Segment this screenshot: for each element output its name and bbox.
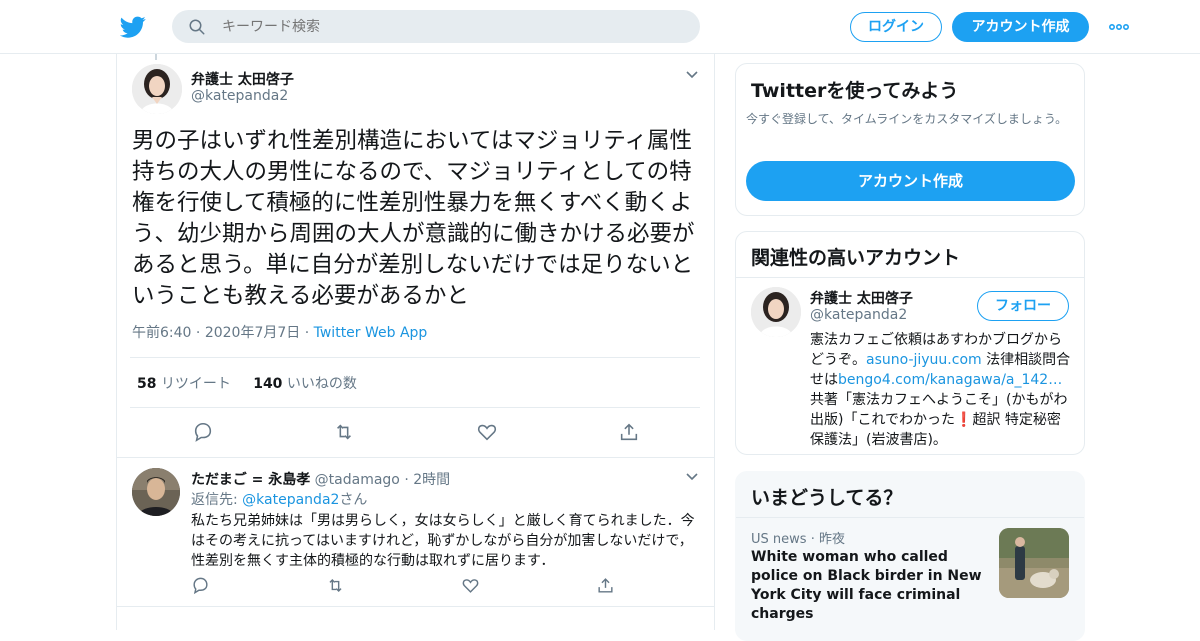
divider: [736, 517, 1084, 518]
search-icon: [189, 19, 205, 35]
trend-headline[interactable]: White woman who called police on Black b…: [751, 548, 989, 624]
reply-to-suffix: さん: [339, 492, 368, 508]
chevron-down-icon[interactable]: [685, 68, 699, 82]
reply-author-handle[interactable]: @tadamago: [315, 472, 400, 488]
meta-separator: ·: [195, 325, 201, 341]
search-bar[interactable]: [172, 10, 700, 43]
meta-separator: ·: [810, 532, 815, 547]
signup-card-title: Twitterを使ってみよう: [751, 80, 959, 102]
meta-separator: ·: [404, 472, 409, 488]
reply-to-handle[interactable]: @katepanda2: [242, 492, 339, 508]
tweet-metadata: 午前6:40 · 2020年7月7日 · Twitter Web App: [132, 322, 427, 342]
related-accounts-title: 関連性の高いアカウント: [751, 247, 961, 269]
divider: [130, 357, 700, 358]
trend-meta: US news · 昨夜: [751, 528, 845, 547]
like-heart-icon[interactable]: [461, 576, 480, 595]
tweet-time[interactable]: 午前6:40: [132, 325, 191, 341]
like-stat[interactable]: 140 いいねの数: [253, 376, 357, 392]
follow-button[interactable]: フォロー: [977, 291, 1069, 321]
chevron-down-icon[interactable]: [685, 470, 699, 484]
reply-time[interactable]: 2時間: [413, 472, 450, 488]
reply-author-avatar[interactable]: [132, 468, 180, 516]
more-dots-icon[interactable]: [1108, 16, 1130, 38]
related-account-name[interactable]: 弁護士 太田啓子: [810, 288, 913, 308]
author-handle[interactable]: @katepanda2: [191, 88, 288, 104]
top-bar: ログイン アカウント作成: [0, 0, 1200, 54]
tweet-source-app[interactable]: Twitter Web App: [314, 325, 428, 341]
like-count: 140: [253, 376, 283, 392]
reply-author-name[interactable]: ただまご = 永島孝: [191, 472, 310, 488]
retweet-stat[interactable]: 58 リツイート: [137, 376, 231, 392]
retweet-count: 58: [137, 376, 157, 392]
retweet-label: リツイート: [160, 376, 231, 392]
whats-happening-title: いまどうしてる？: [751, 487, 903, 509]
author-avatar[interactable]: [132, 64, 182, 114]
share-icon[interactable]: [596, 576, 615, 595]
tweet-date[interactable]: 2020年7月7日: [205, 325, 300, 341]
divider: [736, 277, 1084, 278]
reply-icon[interactable]: [192, 421, 214, 443]
meta-separator: ·: [304, 325, 310, 341]
retweet-icon[interactable]: [333, 421, 355, 443]
related-account-avatar[interactable]: [751, 287, 801, 337]
exclamation-icon: ❗: [955, 412, 973, 428]
signup-button[interactable]: アカウント作成: [952, 12, 1089, 42]
whats-happening-card: いまどうしてる？ US news · 昨夜 White woman who ca…: [735, 471, 1085, 641]
thread-connector: [155, 54, 157, 60]
divider: [130, 407, 700, 408]
trend-time: 昨夜: [818, 532, 845, 547]
reply-to-prefix: 返信先:: [191, 492, 238, 508]
author-name[interactable]: 弁護士 太田啓子: [191, 69, 294, 89]
signup-card: Twitterを使ってみよう 今すぐ登録して、タイムラインをカスタマイズしましょ…: [735, 63, 1085, 216]
tweet-stats: 58 リツイート 140 いいねの数: [137, 373, 357, 393]
share-icon[interactable]: [618, 421, 640, 443]
related-accounts-card: 関連性の高いアカウント 弁護士 太田啓子 @katepanda2 フォロー 憲法…: [735, 231, 1085, 455]
trend-category: US news: [751, 532, 807, 547]
trend-thumbnail[interactable]: [999, 528, 1069, 598]
reply-header: ただまご = 永島孝 @tadamago · 2時間: [191, 469, 450, 489]
login-button[interactable]: ログイン: [850, 12, 942, 42]
like-label: いいねの数: [286, 376, 357, 392]
reply-text: 私たち兄弟姉妹は「男は男らしく，女は女らしく」と厳しく育てられました．今はその考…: [191, 513, 695, 569]
reply-tweet[interactable]: ただまご = 永島孝 @tadamago · 2時間 返信先: @katepan…: [117, 457, 714, 607]
reply-to-line: 返信先: @katepanda2さん: [191, 489, 367, 509]
tweet-text: 男の子はいずれ性差別構造においてはマジョリティ属性持ちの大人の男性になるので、マ…: [132, 128, 695, 309]
reply-icon[interactable]: [191, 576, 210, 595]
signup-card-description: 今すぐ登録して、タイムラインをカスタマイズしましょう。: [746, 112, 1068, 126]
bio-link[interactable]: asuno-jiyuu.com: [866, 352, 982, 368]
twitter-bird-icon[interactable]: [120, 14, 146, 40]
like-heart-icon[interactable]: [476, 421, 498, 443]
reply-actions: [117, 576, 714, 596]
tweet-actions: [117, 421, 716, 445]
bio-link[interactable]: bengo4.com/kanagawa/a_142…: [838, 372, 1062, 388]
tweet-detail-column: 弁護士 太田啓子 @katepanda2 男の子はいずれ性差別構造においてはマジ…: [116, 54, 715, 630]
search-input[interactable]: [222, 10, 682, 43]
related-account-bio: 憲法カフェご依頼はあすわかブログからどうぞ。asuno-jiyuu.com 法律…: [810, 330, 1074, 450]
related-account-handle[interactable]: @katepanda2: [810, 307, 907, 323]
signup-card-button[interactable]: アカウント作成: [746, 161, 1075, 201]
retweet-icon[interactable]: [326, 576, 345, 595]
